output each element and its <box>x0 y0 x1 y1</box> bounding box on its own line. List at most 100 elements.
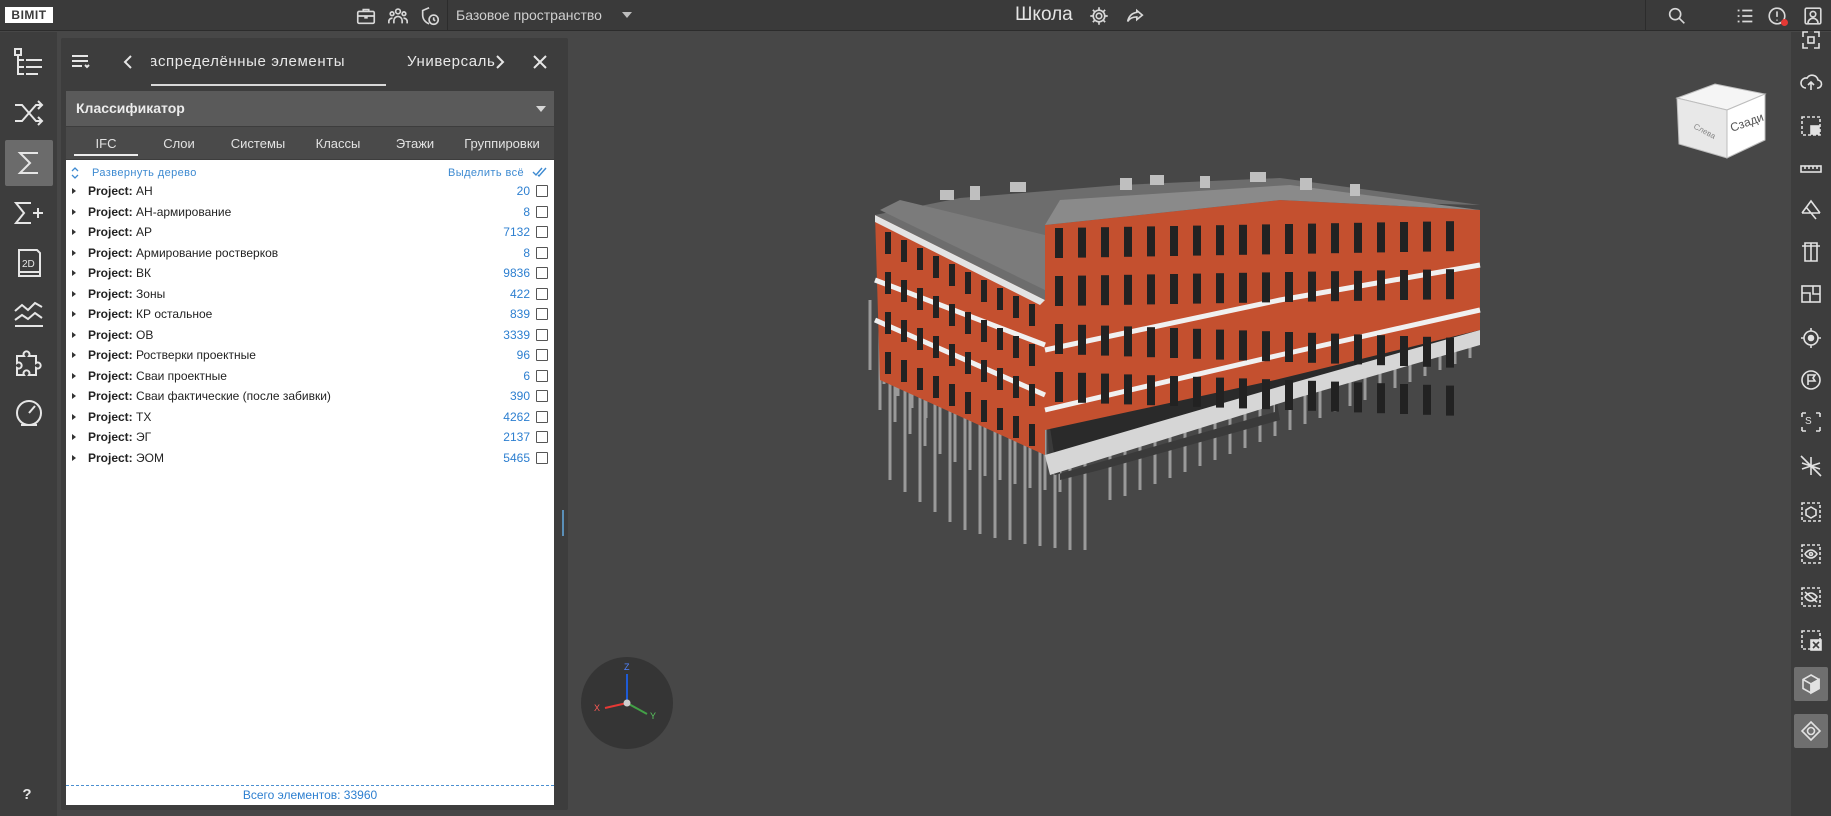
notifications-icon[interactable] <box>1765 4 1789 28</box>
ruler-button[interactable] <box>1794 152 1828 186</box>
cloud-upload-button[interactable] <box>1794 65 1828 99</box>
plugins-nav[interactable] <box>5 340 53 386</box>
sum-nav[interactable] <box>5 140 53 186</box>
text-select-button[interactable]: S <box>1794 405 1828 439</box>
tree-row[interactable]: Project: ЭОМ 5465 <box>66 446 554 470</box>
flag-button[interactable] <box>1794 363 1828 397</box>
tree-row-checkbox[interactable] <box>536 390 548 402</box>
expand-arrow-icon[interactable] <box>72 434 76 440</box>
facade-window <box>1354 382 1362 413</box>
subtab-layers[interactable]: Слои <box>144 127 214 159</box>
viewcube[interactable]: Сзади Слева <box>1675 80 1767 160</box>
space-select[interactable]: Базовое пространство <box>447 0 642 31</box>
tree-row-checkbox[interactable] <box>536 185 548 197</box>
shaded-cube-button[interactable] <box>1794 667 1828 701</box>
subtab-groupings[interactable]: Группировки <box>456 127 548 159</box>
isolate-cube-button[interactable] <box>1794 495 1828 529</box>
tree-row-checkbox[interactable] <box>536 410 548 423</box>
shield-clock-icon[interactable] <box>418 4 442 28</box>
shuffle-nav[interactable] <box>5 90 53 136</box>
help-button[interactable]: ? <box>17 786 37 806</box>
expand-arrow-icon[interactable] <box>72 331 76 338</box>
tree-row-checkbox[interactable] <box>536 226 548 238</box>
fit-view-button[interactable] <box>1794 23 1828 57</box>
chart-nav[interactable] <box>5 290 53 336</box>
expand-arrow-icon[interactable] <box>72 413 76 420</box>
expand-arrow-icon[interactable] <box>72 188 76 194</box>
app-logo[interactable]: BIMIT <box>5 7 53 23</box>
expand-tree-link[interactable]: Развернуть дерево <box>92 167 197 179</box>
section-plane-button[interactable] <box>1794 193 1828 227</box>
expand-arrow-icon[interactable] <box>72 208 76 215</box>
floor-plan-button[interactable] <box>1794 277 1828 311</box>
tab-distributed-elements[interactable]: аспределённые элементы <box>151 38 386 86</box>
expand-arrow-icon[interactable] <box>72 352 76 358</box>
show-button[interactable] <box>1794 537 1828 571</box>
tree-row-checkbox[interactable] <box>536 349 548 361</box>
expand-arrow-icon[interactable] <box>72 270 76 276</box>
building-model[interactable] <box>575 32 1791 816</box>
right-toolbar: S <box>1791 31 1831 816</box>
search-icon[interactable] <box>1665 4 1689 28</box>
expand-arrow-icon[interactable] <box>72 290 76 297</box>
close-icon[interactable] <box>528 50 552 74</box>
double-check-icon[interactable] <box>532 166 548 178</box>
expand-arrow-icon[interactable] <box>72 229 76 235</box>
tree-row-checkbox[interactable] <box>536 369 548 382</box>
sum-plus-nav[interactable] <box>5 190 53 236</box>
facade-window <box>1124 374 1132 405</box>
tree-row-checkbox[interactable] <box>536 246 548 259</box>
select-box-button[interactable] <box>1794 109 1828 143</box>
tree-row-checkbox[interactable] <box>536 308 548 320</box>
navigation-mode-button[interactable] <box>1794 714 1828 748</box>
expand-collapse-icon[interactable] <box>70 166 80 180</box>
subtab-floors[interactable]: Этажи <box>378 127 452 159</box>
expand-arrow-icon[interactable] <box>72 372 76 379</box>
chevron-down-icon <box>536 106 546 112</box>
briefcase-icon[interactable] <box>354 4 378 28</box>
gear-icon[interactable] <box>1087 4 1111 28</box>
tree-row-name: Армирование ростверков <box>136 245 279 260</box>
drawing-2d-nav[interactable]: 2D <box>5 240 53 286</box>
facade-window <box>1029 424 1035 446</box>
expand-arrow-icon[interactable] <box>72 249 76 256</box>
tree-row-name: Зоны <box>136 286 166 301</box>
tree-row-checkbox[interactable] <box>536 431 548 443</box>
list-icon[interactable] <box>1733 4 1757 28</box>
facade-window <box>917 368 923 390</box>
3d-viewport[interactable]: Сзади Слева Z Y X <box>575 32 1791 816</box>
tree-row-checkbox[interactable] <box>536 287 548 300</box>
clear-selection-button[interactable] <box>1794 623 1828 657</box>
model-tree-nav[interactable] <box>5 40 53 86</box>
subtab-systems[interactable]: Системы <box>218 127 298 159</box>
expand-arrow-icon[interactable] <box>72 393 76 399</box>
tree-row-checkbox[interactable] <box>536 451 548 464</box>
section-box-button[interactable] <box>1794 235 1828 269</box>
select-all-link[interactable]: Выделить всё <box>448 167 524 179</box>
tabs-next-icon[interactable] <box>488 50 512 74</box>
tabs-prev-icon[interactable] <box>116 50 140 74</box>
facade-window <box>1423 269 1431 300</box>
share-icon[interactable] <box>1123 4 1147 28</box>
facade-window <box>917 288 923 310</box>
axis-gizmo[interactable]: Z Y X <box>580 656 674 750</box>
panel-resize-handle[interactable] <box>562 510 564 536</box>
expand-arrow-icon[interactable] <box>72 454 76 461</box>
tab-universal[interactable]: Универсаль <box>407 38 495 84</box>
facade-window <box>1124 226 1132 257</box>
classifier-dropdown[interactable]: Классификатор <box>66 91 554 126</box>
facade-window <box>965 392 971 414</box>
hide-grid-button[interactable] <box>1794 449 1828 483</box>
facade-window <box>949 384 955 406</box>
subtab-classes[interactable]: Классы <box>302 127 374 159</box>
hide-button[interactable] <box>1794 580 1828 614</box>
team-icon[interactable] <box>386 4 410 28</box>
tree-row-checkbox[interactable] <box>536 267 548 279</box>
dashboard-nav[interactable] <box>5 390 53 436</box>
panel-menu-icon[interactable] <box>68 50 92 74</box>
target-button[interactable] <box>1794 321 1828 355</box>
tree-row-checkbox[interactable] <box>536 328 548 341</box>
tree-row-checkbox[interactable] <box>536 205 548 218</box>
subtab-ifc[interactable]: IFC <box>74 127 138 159</box>
expand-arrow-icon[interactable] <box>72 311 76 317</box>
